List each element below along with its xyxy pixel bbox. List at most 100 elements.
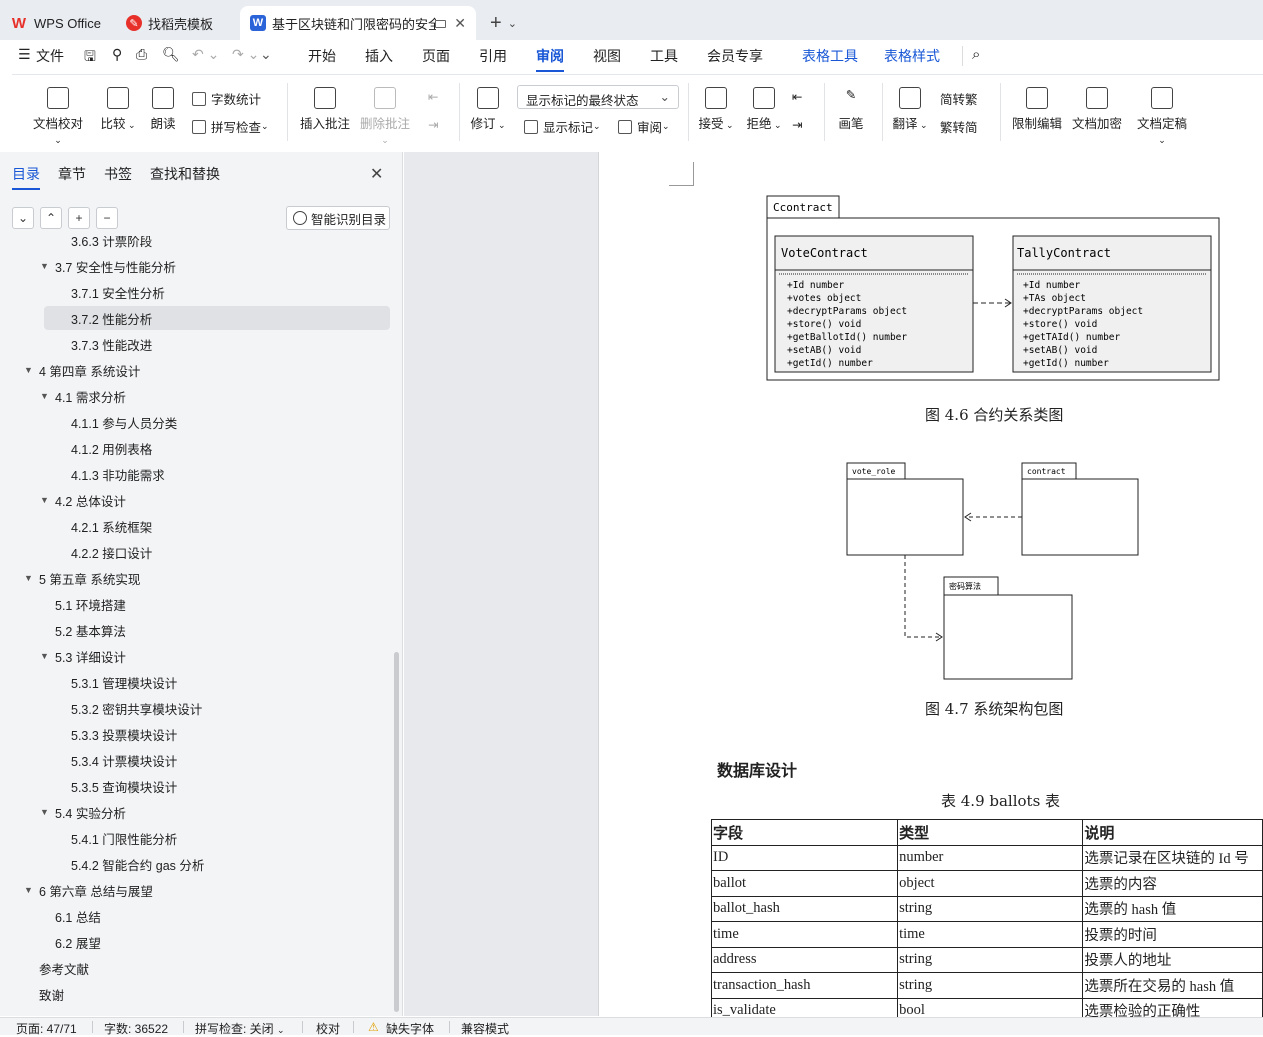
expand-arrow-icon[interactable]: ▼ [40, 807, 49, 817]
toc-item[interactable]: 参考文献 [0, 956, 395, 980]
tab-find-replace[interactable]: 查找和替换 [150, 164, 220, 190]
menu-home[interactable]: 开始 [308, 46, 336, 66]
add-heading-button[interactable]: + [68, 207, 90, 229]
toc-item[interactable]: 5.1 环境搭建 [0, 592, 395, 616]
page-indicator[interactable]: 页面: 47/71 [16, 1020, 77, 1037]
toc-item[interactable]: 3.7.2 性能分析 [44, 306, 390, 330]
toc-item[interactable]: 3.7.1 安全性分析 [0, 280, 395, 304]
smart-toc-button[interactable]: 智能识别目录 [286, 206, 390, 230]
translate-button[interactable]: 翻译 ⌄ [892, 87, 928, 132]
expand-arrow-icon[interactable]: ▼ [40, 651, 49, 661]
save-icon[interactable]: 🖫 [84, 46, 96, 70]
prev-comment-icon[interactable]: ⇤ [428, 89, 438, 104]
show-markup-button[interactable]: 显示标记 ⌄ [524, 117, 601, 136]
toc-item[interactable]: 5.3.1 管理模块设计 [0, 670, 395, 694]
close-icon[interactable]: ✕ [454, 15, 466, 32]
expand-arrow-icon[interactable]: ▼ [40, 495, 49, 505]
insert-comment-button[interactable]: 插入批注 [300, 87, 350, 132]
menu-insert[interactable]: 插入 [365, 46, 393, 66]
revise-button[interactable]: 修订 ⌄ [470, 87, 506, 132]
toc-item[interactable]: 5.3.4 计票模块设计 [0, 748, 395, 772]
monitor-icon[interactable] [435, 20, 446, 28]
next-change-icon[interactable]: ⇥ [792, 117, 802, 132]
toc-scrollbar[interactable] [394, 652, 399, 1012]
delete-comment-button[interactable]: 删除批注 ⌄ [360, 87, 410, 146]
menu-member[interactable]: 会员专享 [707, 46, 763, 66]
toc-item[interactable]: ▼ 4 第四章 系统设计 [0, 358, 395, 382]
ink-button[interactable]: ✎ 画笔 [836, 87, 866, 132]
restrict-edit-button[interactable]: 限制编辑 [1012, 87, 1062, 132]
tab-templates[interactable]: ✎ 找稻壳模板 [116, 6, 240, 40]
next-comment-icon[interactable]: ⇥ [428, 117, 438, 132]
expand-down-button[interactable]: ⌄ [12, 207, 34, 229]
toc-item[interactable]: 5.4.1 门限性能分析 [0, 826, 395, 850]
tab-wps-office[interactable]: W WPS Office [0, 6, 116, 40]
tab-bookmarks[interactable]: 书签 [104, 164, 132, 190]
toc-item[interactable]: 5.2 基本算法 [0, 618, 395, 642]
to-traditional-button[interactable]: 简转繁 [940, 89, 978, 108]
reject-button[interactable]: 拒绝 ⌄ [746, 87, 782, 132]
toc-item[interactable]: 5.3.3 投票模块设计 [0, 722, 395, 746]
tab-document[interactable]: W 基于区块链和门限密码的安全 ✕ [240, 6, 476, 40]
print-preview-icon[interactable]: 🔍︎ [162, 46, 180, 63]
word-count[interactable]: 字数: 36522 [104, 1020, 168, 1037]
menu-references[interactable]: 引用 [479, 46, 507, 66]
toc-item[interactable]: 4.1.3 非功能需求 [0, 462, 395, 486]
tab-chapters[interactable]: 章节 [58, 164, 86, 190]
word-count-button[interactable]: 字数统计 [192, 89, 261, 108]
expand-arrow-icon[interactable]: ▼ [24, 573, 33, 583]
toc-item[interactable]: ▼ 4.2 总体设计 [0, 488, 395, 512]
undo-icon[interactable]: ↶ ⌄ [192, 46, 219, 63]
redo-icon[interactable]: ↷ ⌄ [232, 46, 259, 63]
toc-item[interactable]: ▼ 3.7 安全性与性能分析 [0, 254, 395, 278]
proof-status[interactable]: 校对 [316, 1020, 340, 1037]
collapse-up-button[interactable]: ⌃ [40, 207, 62, 229]
proofread-button[interactable]: 文档校对 ⌄ [28, 87, 88, 146]
spell-check-button[interactable]: 拼写检查 ⌄ [192, 117, 269, 136]
toc-item[interactable]: 3.7.3 性能改进 [0, 332, 395, 356]
accept-button[interactable]: 接受 ⌄ [698, 87, 734, 132]
read-aloud-button[interactable]: 朗读 [148, 87, 178, 132]
toc-item[interactable]: 4.2.1 系统框架 [0, 514, 395, 538]
menu-table-style[interactable]: 表格样式 [884, 46, 940, 66]
menu-page[interactable]: 页面 [422, 46, 450, 66]
new-tab-button[interactable]: + ⌄ [490, 6, 517, 40]
close-icon[interactable]: ✕ [370, 164, 383, 184]
toc-item[interactable]: ▼ 4.1 需求分析 [0, 384, 395, 408]
toc-item[interactable]: 4.1.2 用例表格 [0, 436, 395, 460]
toc-item[interactable]: 5.3.2 密钥共享模块设计 [0, 696, 395, 720]
share-icon[interactable]: ⚲ [112, 46, 122, 63]
finalize-button[interactable]: 文档定稿 ⌄ [1132, 87, 1192, 146]
review-pane-button[interactable]: 审阅 ⌄ [618, 117, 670, 136]
expand-arrow-icon[interactable]: ▼ [24, 885, 33, 895]
tab-toc[interactable]: 目录 [12, 164, 40, 190]
menu-file[interactable]: 文件 [36, 46, 64, 66]
toc-item[interactable]: 4.1.1 参与人员分类 [0, 410, 395, 434]
encrypt-button[interactable]: 文档加密 [1072, 87, 1122, 132]
more-icon[interactable]: ⌄ [260, 46, 272, 63]
menu-table-tools[interactable]: 表格工具 [802, 46, 858, 66]
menu-view[interactable]: 视图 [593, 46, 621, 66]
prev-change-icon[interactable]: ⇤ [792, 89, 802, 104]
compare-button[interactable]: 比较 ⌄ [98, 87, 138, 132]
toc-item[interactable]: 6.1 总结 [0, 904, 395, 928]
toc-item[interactable]: 3.6.3 计票阶段 [0, 236, 395, 252]
markup-state-select[interactable]: 显示标记的最终状态 ⌄ [517, 85, 679, 109]
toc-item[interactable]: ▼ 5 第五章 系统实现 [0, 566, 395, 590]
to-simplified-button[interactable]: 繁转简 [940, 117, 978, 136]
hamburger-icon[interactable]: ☰ [18, 46, 31, 63]
toc-item[interactable]: 4.2.2 接口设计 [0, 540, 395, 564]
toc-item[interactable]: 5.3.5 查询模块设计 [0, 774, 395, 798]
toc-item[interactable]: ▼ 6 第六章 总结与展望 [0, 878, 395, 902]
missing-font-status[interactable]: 缺失字体 [386, 1020, 434, 1037]
remove-heading-button[interactable]: − [96, 207, 118, 229]
toc-item[interactable]: 致谢 [0, 982, 395, 1006]
expand-arrow-icon[interactable]: ▼ [24, 365, 33, 375]
menu-review[interactable]: 审阅 [536, 46, 564, 72]
print-icon[interactable]: ⎙ [136, 46, 147, 63]
toc-item[interactable]: ▼ 5.3 详细设计 [0, 644, 395, 668]
spell-check-status[interactable]: 拼写检查: 关闭 ⌄ [195, 1020, 285, 1037]
chevron-down-icon[interactable]: ⌄ [508, 17, 517, 30]
menu-tools[interactable]: 工具 [650, 46, 678, 66]
toc-item[interactable]: 6.2 展望 [0, 930, 395, 954]
